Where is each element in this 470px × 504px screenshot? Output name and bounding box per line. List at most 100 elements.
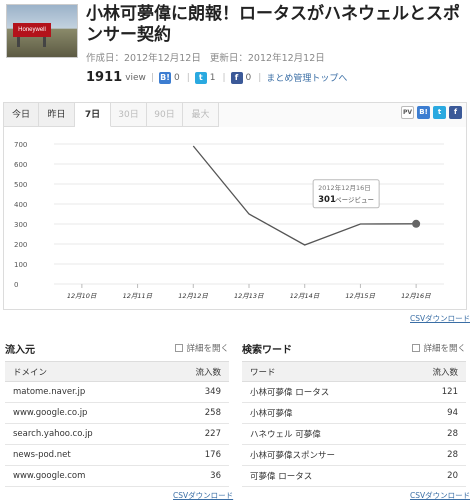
view-count: 1911 <box>86 70 123 85</box>
tab-yesterday[interactable]: 昨日 <box>39 102 75 127</box>
thumbnail-sign: Honeywell <box>13 23 51 37</box>
table-row: www.google.co.jp 258 <box>5 402 229 424</box>
keyword-detail-link[interactable]: 詳細を開く <box>412 342 466 354</box>
x-tick-label: 12月10日 <box>67 292 97 300</box>
tooltip-unit: ページビュー <box>335 195 374 204</box>
keyword-csv-download-link[interactable]: CSVダウンロード <box>410 490 470 501</box>
article-title[interactable]: 小林可夢偉に朗報！ロータスがハネウェルとスポンサー契約 <box>86 4 470 46</box>
table-row: news-pod.net 176 <box>5 444 229 466</box>
keyword-title: 検索ワード <box>242 344 292 356</box>
article-dates: 作成日：2012年12月12日 更新日：2012年12月12日 <box>86 50 331 64</box>
pageview-chart-svg: 0 100 200 300 400 500 600 700 12月10日 12月11日 12月12日… <box>14 141 444 300</box>
table-row: search.yahoo.co.jp 227 <box>5 423 229 445</box>
pageview-chart: 0 100 200 300 400 500 600 700 12月10日 12月11日 12月12日… <box>3 127 467 310</box>
referrer-domain[interactable]: news-pod.net <box>5 444 168 466</box>
divider: | <box>258 72 262 83</box>
created-date: 作成日：2012年12月12日 <box>86 53 201 64</box>
chart-csv-download-link[interactable]: CSVダウンロード <box>410 313 470 324</box>
y-tick-label: 700 <box>14 141 27 149</box>
y-tick-label: 500 <box>14 181 27 189</box>
article-thumbnail[interactable]: Honeywell <box>6 4 78 58</box>
table-row: 小林可夢偉スポンサー 28 <box>242 444 466 466</box>
data-point <box>412 219 421 228</box>
y-tick-label: 400 <box>14 201 27 209</box>
pv-icon[interactable]: PV <box>401 106 414 119</box>
facebook-icon[interactable]: f <box>230 71 243 84</box>
table-row: 可夢偉 ロータス 20 <box>242 465 466 487</box>
referrer-count: 176 <box>167 444 229 466</box>
x-tick-label: 12月16日 <box>401 292 431 300</box>
twitter-icon[interactable]: t <box>194 71 207 84</box>
y-tick-label: 200 <box>14 241 27 249</box>
keyword-count: 28 <box>406 423 466 445</box>
divider: | <box>150 72 154 83</box>
divider: | <box>222 72 226 83</box>
referrer-title: 流入元 <box>5 344 35 356</box>
facebook-share-icon[interactable]: f <box>449 106 462 119</box>
share-icons: PV B! t f <box>401 106 462 119</box>
keyword-table: ワード 流入数 小林可夢偉 ロータス 121 小林可夢偉 94 ハネウェル 可夢… <box>242 361 466 487</box>
column-header: 流入数 <box>406 361 466 382</box>
x-tick-label: 12月11日 <box>123 292 153 300</box>
referrer-detail-link[interactable]: 詳細を開く <box>175 342 229 354</box>
keyword-detail-label: 詳細を開く <box>423 344 466 354</box>
y-tick-label: 0 <box>14 281 18 289</box>
article-header: Honeywell 小林可夢偉に朗報！ロータスがハネウェルとスポンサー契約 作成… <box>6 4 466 85</box>
tab-30days: 30日 <box>111 102 147 127</box>
referrer-detail-label: 詳細を開く <box>186 344 229 354</box>
keyword-text[interactable]: 小林可夢偉 ロータス <box>242 381 407 403</box>
keyword-text[interactable]: ハネウェル 可夢偉 <box>242 423 407 445</box>
referrer-domain[interactable]: www.google.com <box>5 465 168 487</box>
twitter-count: 1 <box>209 72 216 83</box>
article-stats: 1911 view | B! 0 | t 1 | f 0 | まとめ管理トップへ <box>86 70 347 85</box>
tooltip-date: 2012年12月16日 <box>318 183 371 192</box>
referrer-domain[interactable]: www.google.co.jp <box>5 402 168 424</box>
table-row: matome.naver.jp 349 <box>5 381 229 403</box>
tooltip-value: 301 <box>318 195 336 205</box>
referrer-domain[interactable]: search.yahoo.co.jp <box>5 423 168 445</box>
updated-date: 更新日：2012年12月12日 <box>209 53 325 64</box>
table-row: 小林可夢偉 94 <box>242 402 466 424</box>
referrer-count: 227 <box>167 423 229 445</box>
referrer-csv-download-link[interactable]: CSVダウンロード <box>173 490 233 501</box>
view-unit: view <box>125 72 146 83</box>
expand-icon <box>175 344 184 352</box>
referrer-table: ドメイン 流入数 matome.naver.jp 349 www.google.… <box>5 361 229 487</box>
facebook-count: 0 <box>245 72 252 83</box>
table-row: 小林可夢偉 ロータス 121 <box>242 381 466 403</box>
sign-post <box>17 37 20 47</box>
hatena-share-icon[interactable]: B! <box>417 106 430 119</box>
tab-today[interactable]: 今日 <box>3 102 39 127</box>
hatena-bookmark-icon[interactable]: B! <box>158 71 171 84</box>
table-row: ハネウェル 可夢偉 28 <box>242 423 466 445</box>
table-row: www.google.com 36 <box>5 465 229 487</box>
x-tick-label: 12月13日 <box>234 292 264 300</box>
y-tick-label: 300 <box>14 221 27 229</box>
keyword-count: 121 <box>406 381 466 403</box>
referrer-count: 258 <box>167 402 229 424</box>
table-header-row: ワード 流入数 <box>242 361 466 382</box>
keyword-text[interactable]: 可夢偉 ロータス <box>242 465 407 487</box>
keyword-text[interactable]: 小林可夢偉 <box>242 402 407 424</box>
keyword-count: 28 <box>406 444 466 466</box>
twitter-share-icon[interactable]: t <box>433 106 446 119</box>
hatena-count: 0 <box>173 72 180 83</box>
column-header: 流入数 <box>167 361 229 382</box>
keyword-count: 94 <box>406 402 466 424</box>
referrer-count: 349 <box>167 381 229 403</box>
keyword-text[interactable]: 小林可夢偉スポンサー <box>242 444 407 466</box>
referrer-panel: 流入元 詳細を開く ドメイン 流入数 matome.naver.jp 349 w… <box>5 340 229 487</box>
referrer-domain[interactable]: matome.naver.jp <box>5 381 168 403</box>
table-header-row: ドメイン 流入数 <box>5 361 229 382</box>
pageview-line <box>192 145 417 246</box>
tab-90days: 90日 <box>147 102 183 127</box>
y-tick-label: 600 <box>14 161 27 169</box>
x-tick-label: 12月15日 <box>345 292 375 300</box>
column-header: ワード <box>242 361 407 382</box>
referrer-count: 36 <box>167 465 229 487</box>
manage-top-link[interactable]: まとめ管理トップへ <box>266 71 347 84</box>
column-header: ドメイン <box>5 361 168 382</box>
tab-max: 最大 <box>183 102 219 127</box>
sign-post <box>43 37 46 47</box>
tab-7days[interactable]: 7日 <box>75 102 111 127</box>
